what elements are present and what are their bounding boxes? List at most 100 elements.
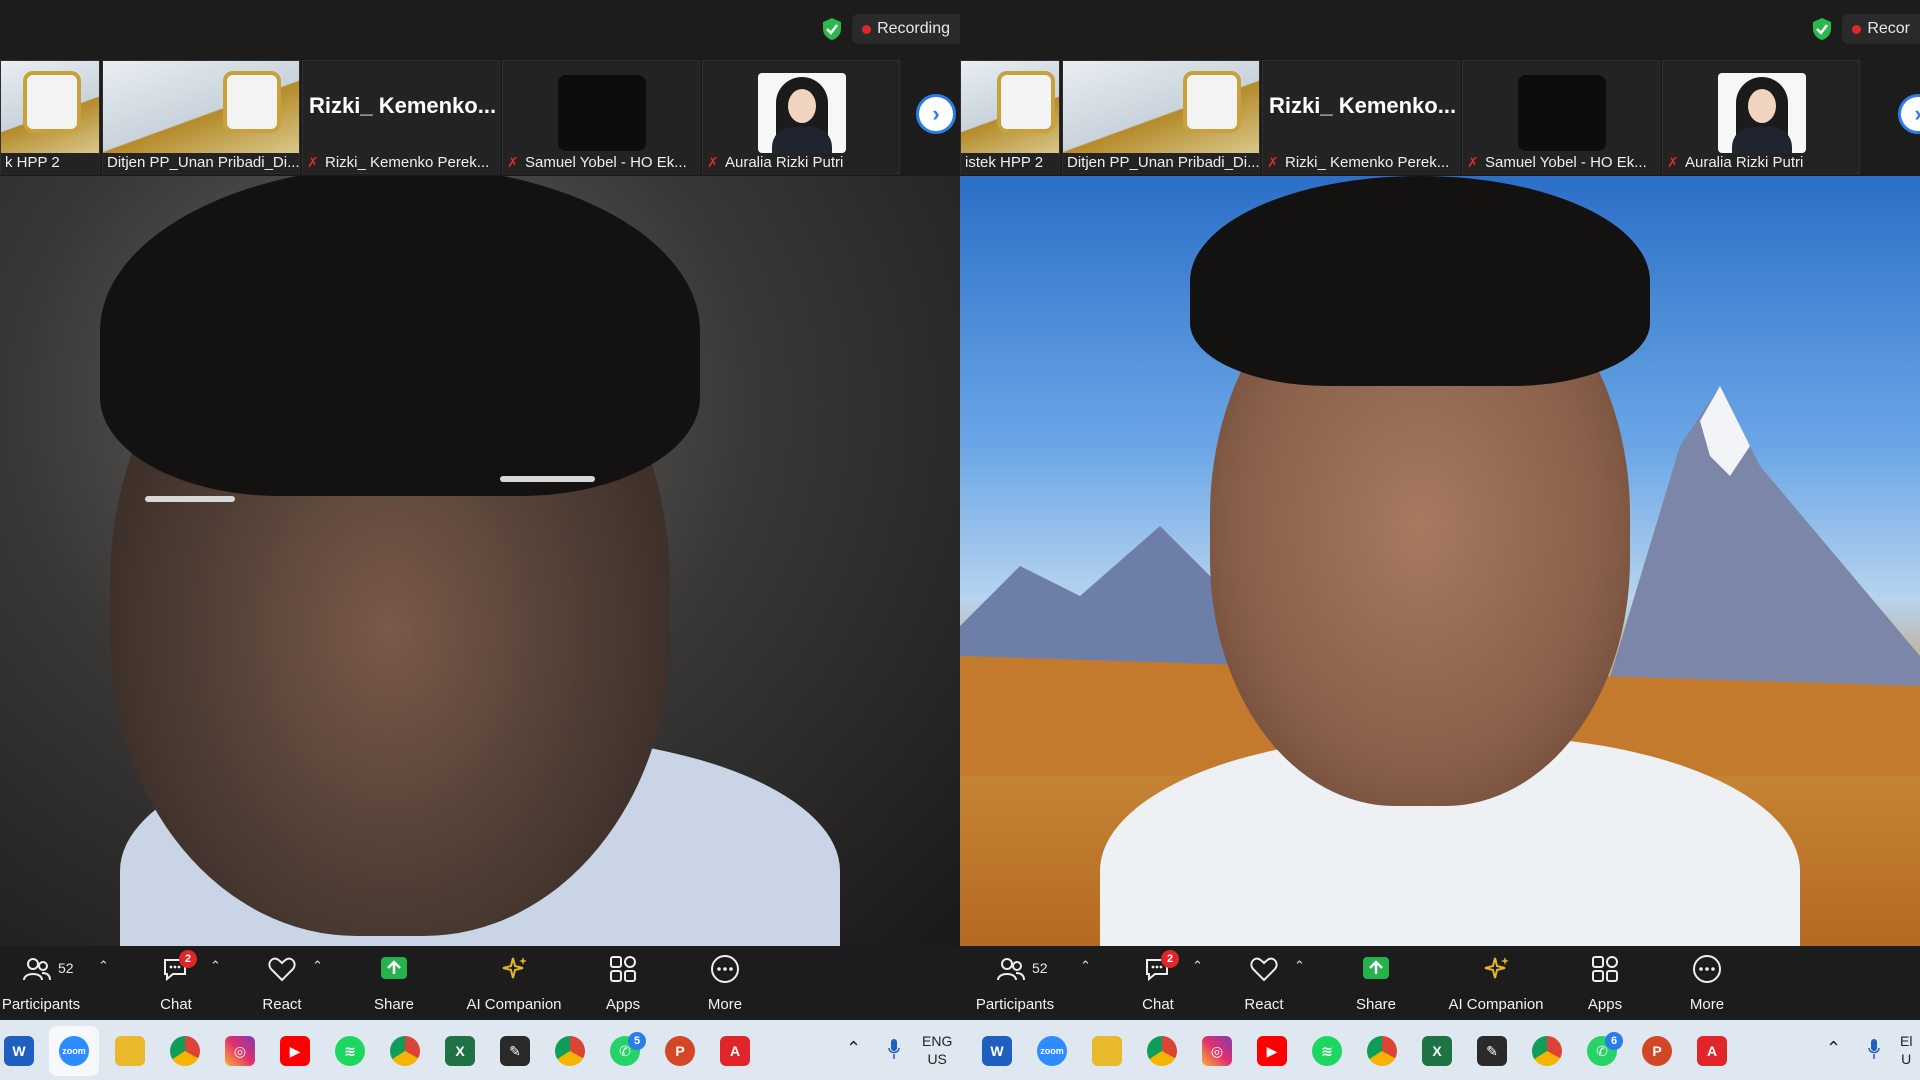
participant-tile[interactable]: istek HPP 2 <box>960 60 1060 174</box>
mic-muted-icon: ✗ <box>1467 153 1479 170</box>
whatsapp-icon[interactable]: ✆ 5 <box>610 1032 646 1066</box>
participant-tile[interactable]: k HPP 2 <box>0 60 100 174</box>
tray-overflow-icon[interactable]: ⌃ <box>1826 1038 1841 1059</box>
word-icon[interactable]: W <box>982 1036 1012 1066</box>
react-caret-icon[interactable]: ⌃ <box>312 958 323 974</box>
chrome-profile-icon[interactable] <box>390 1036 420 1066</box>
participants-button[interactable]: 52 Participants <box>0 954 82 1014</box>
react-button[interactable]: React <box>254 954 310 1014</box>
microphone-icon[interactable] <box>888 1038 900 1060</box>
powerpoint-icon[interactable]: P <box>1642 1036 1672 1066</box>
recording-indicator[interactable]: Recording <box>822 14 960 44</box>
participant-tile[interactable]: Rizki_ Kemenko... ✗ Rizki_ Kemenko Perek.… <box>1262 60 1460 174</box>
instagram-icon[interactable]: ◎ <box>225 1036 255 1066</box>
meeting-toolbar: 52 Participants ⌃ 2 Chat ⌃ React ⌃ Share… <box>960 946 1920 1020</box>
shield-icon[interactable] <box>1812 17 1832 41</box>
participant-tile[interactable]: ✗ Auralia Rizki Putri <box>1662 60 1860 174</box>
notes-app-icon[interactable]: ✎ <box>1477 1036 1507 1066</box>
tile-name: Auralia Rizki Putri <box>1685 153 1804 171</box>
recording-indicator[interactable]: Recor <box>1812 14 1920 44</box>
chat-caret-icon[interactable]: ⌃ <box>210 958 221 974</box>
chrome-profile-2-icon[interactable] <box>555 1036 585 1066</box>
participants-icon <box>23 958 51 981</box>
share-button[interactable]: Share <box>364 954 424 1014</box>
excel-icon[interactable]: X <box>1422 1036 1452 1066</box>
react-caret-icon[interactable]: ⌃ <box>1294 958 1305 974</box>
language-indicator[interactable]: ENG US <box>922 1032 952 1068</box>
language-region: U <box>1901 1051 1912 1067</box>
participants-caret-icon[interactable]: ⌃ <box>98 958 109 974</box>
heart-icon <box>1250 957 1278 982</box>
microphone-icon[interactable] <box>1868 1038 1880 1060</box>
participant-tile[interactable]: ✗ Samuel Yobel - HO Ek... <box>502 60 700 174</box>
chrome-icon[interactable] <box>170 1036 200 1066</box>
share-button[interactable]: Share <box>1346 954 1406 1014</box>
participant-tile[interactable]: Rizki_ Kemenko... ✗ Rizki_ Kemenko Perek.… <box>302 60 500 174</box>
participant-tile[interactable]: ✗ Auralia Rizki Putri <box>702 60 900 174</box>
participants-caret-icon[interactable]: ⌃ <box>1080 958 1091 974</box>
share-label: Share <box>373 996 415 1013</box>
chrome-icon[interactable] <box>1147 1036 1177 1066</box>
apps-grid-icon <box>1592 956 1618 982</box>
notes-app-icon[interactable]: ✎ <box>500 1036 530 1066</box>
participants-button[interactable]: 52 Participants <box>974 954 1056 1014</box>
instagram-icon[interactable]: ◎ <box>1202 1036 1232 1066</box>
file-explorer-icon[interactable] <box>115 1036 145 1066</box>
participants-label: Participants <box>975 996 1055 1013</box>
mic-muted-icon: ✗ <box>507 153 519 170</box>
word-icon[interactable]: W <box>4 1036 34 1066</box>
top-bar: Recor <box>960 0 1920 58</box>
chrome-profile-icon[interactable] <box>1367 1036 1397 1066</box>
chat-button[interactable]: 2 Chat <box>1130 950 1186 1014</box>
language-indicator[interactable]: El U <box>1900 1032 1912 1068</box>
zoom-icon[interactable]: zoom <box>1037 1036 1067 1066</box>
recording-pill[interactable]: Recor <box>1842 14 1920 44</box>
spotify-icon[interactable]: ≋ <box>335 1036 365 1066</box>
top-bar: Recording <box>0 0 960 58</box>
participants-icon <box>997 958 1025 981</box>
file-explorer-icon[interactable] <box>1092 1036 1122 1066</box>
meeting-toolbar: 52 Participants ⌃ 2 Chat ⌃ React ⌃ Share… <box>0 946 960 1020</box>
participants-label: Participants <box>1 996 81 1013</box>
tile-name: Rizki_ Kemenko Perek... <box>325 153 490 171</box>
shield-icon[interactable] <box>822 17 842 41</box>
spotify-icon[interactable]: ≋ <box>1312 1036 1342 1066</box>
participant-tile[interactable]: Ditjen PP_Unan Pribadi_Di... <box>1062 60 1260 174</box>
chrome-profile-2-icon[interactable] <box>1532 1036 1562 1066</box>
chat-button[interactable]: 2 Chat <box>148 950 204 1014</box>
recording-pill[interactable]: Recording <box>852 14 960 44</box>
more-label: More <box>707 996 743 1013</box>
apps-button[interactable]: Apps <box>1578 954 1632 1014</box>
more-button[interactable]: More <box>698 954 752 1014</box>
react-button[interactable]: React <box>1236 954 1292 1014</box>
language-code: ENG <box>922 1033 953 1049</box>
youtube-icon[interactable]: ▶ <box>280 1036 310 1066</box>
excel-icon[interactable]: X <box>445 1036 475 1066</box>
mic-muted-icon: ✗ <box>707 153 719 170</box>
next-page-button[interactable]: › <box>916 94 956 134</box>
avatar <box>758 73 846 153</box>
participant-tile[interactable]: ✗ Samuel Yobel - HO Ek... <box>1462 60 1660 174</box>
tray-overflow-icon[interactable]: ⌃ <box>846 1038 861 1059</box>
youtube-icon[interactable]: ▶ <box>1257 1036 1287 1066</box>
ai-companion-button[interactable]: AI Companion <box>1442 954 1550 1014</box>
zoom-window-right: Recor istek HPP 2 Ditjen PP_Unan Pribadi… <box>960 0 1920 1080</box>
chat-badge: 2 <box>179 950 197 968</box>
acrobat-icon[interactable]: A <box>720 1036 750 1066</box>
more-button[interactable]: More <box>1680 954 1734 1014</box>
heart-icon <box>268 957 296 982</box>
participants-count: 52 <box>58 960 74 976</box>
apps-button[interactable]: Apps <box>596 954 650 1014</box>
zoom-icon[interactable]: zoom <box>59 1036 89 1066</box>
chat-caret-icon[interactable]: ⌃ <box>1192 958 1203 974</box>
whatsapp-badge: 6 <box>1605 1032 1623 1050</box>
acrobat-icon[interactable]: A <box>1697 1036 1727 1066</box>
ai-companion-button[interactable]: AI Companion <box>460 954 568 1014</box>
next-page-button[interactable]: › <box>1898 94 1920 134</box>
tile-name: Samuel Yobel - HO Ek... <box>1485 153 1647 171</box>
powerpoint-icon[interactable]: P <box>665 1036 695 1066</box>
apps-label: Apps <box>605 996 641 1013</box>
participant-tile[interactable]: Ditjen PP_Unan Pribadi_Di... <box>102 60 300 174</box>
tile-name: Samuel Yobel - HO Ek... <box>525 153 687 171</box>
whatsapp-icon[interactable]: ✆ 6 <box>1587 1032 1623 1066</box>
